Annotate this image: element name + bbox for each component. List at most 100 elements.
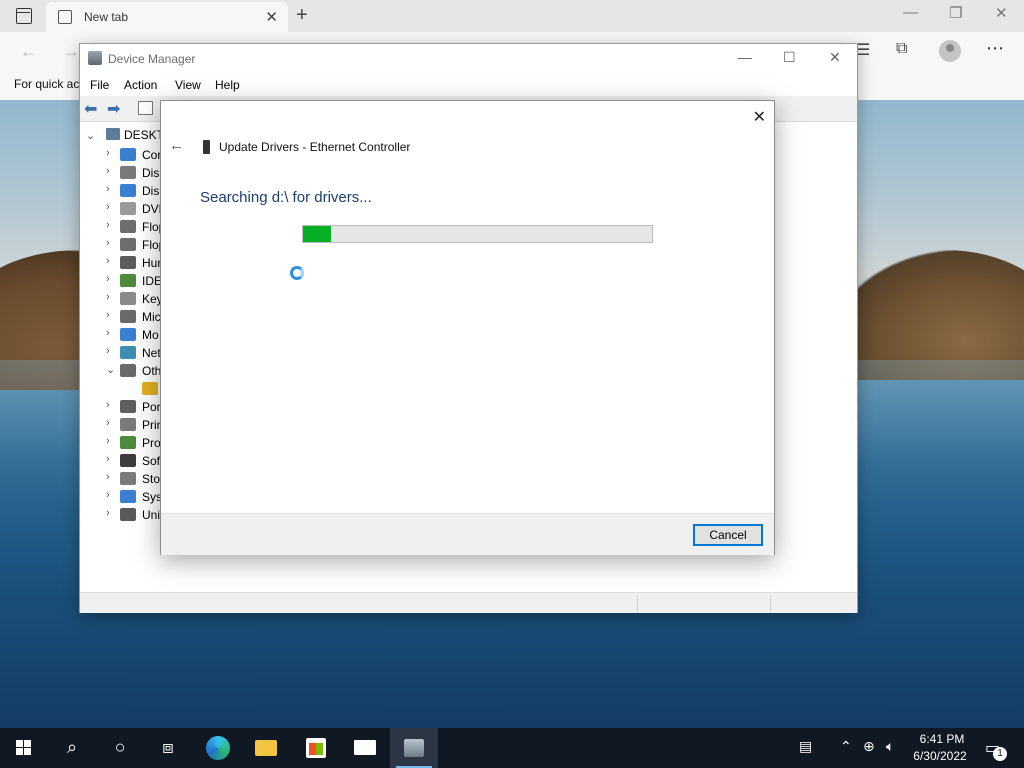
tree-chevron-icon[interactable]: › bbox=[106, 201, 110, 213]
tree-chevron-icon[interactable]: › bbox=[106, 165, 110, 177]
taskbar-store[interactable] bbox=[292, 728, 340, 768]
search-button[interactable]: ⌕ bbox=[48, 728, 96, 768]
menu-file[interactable]: File bbox=[90, 78, 109, 92]
tree-item[interactable]: › Prir bbox=[106, 416, 166, 434]
tree-chevron-icon[interactable]: › bbox=[106, 453, 110, 465]
device-category-icon bbox=[120, 166, 136, 179]
taskbar-device-manager[interactable] bbox=[390, 728, 438, 768]
device-manager-titlebar[interactable]: Device Manager — ☐ ✕ bbox=[80, 44, 857, 74]
notification-count-badge: 1 bbox=[993, 747, 1007, 761]
tree-item[interactable]: › Sto bbox=[106, 470, 166, 488]
tree-item[interactable]: › Mic bbox=[106, 308, 166, 326]
tree-chevron-icon[interactable]: ⌄ bbox=[106, 363, 115, 376]
tree-chevron-icon[interactable]: › bbox=[106, 309, 110, 321]
news-widget-icon[interactable]: ▤ bbox=[799, 738, 812, 755]
clock-date[interactable]: 6/30/2022 bbox=[906, 749, 974, 763]
tree-item[interactable] bbox=[106, 380, 166, 398]
tree-item[interactable]: › Sys bbox=[106, 488, 166, 506]
tree-chevron-icon[interactable]: › bbox=[106, 273, 110, 285]
toolbar-properties-icon[interactable] bbox=[138, 101, 153, 115]
taskbar-edge[interactable] bbox=[194, 728, 242, 768]
menu-view[interactable]: View bbox=[175, 78, 201, 92]
task-view-button[interactable]: ⧈ bbox=[144, 728, 192, 768]
tree-chevron-icon[interactable]: › bbox=[106, 183, 110, 195]
browser-restore-icon[interactable]: ❐ bbox=[949, 4, 962, 22]
tree-chevron-icon[interactable]: › bbox=[106, 399, 110, 411]
tree-chevron-icon[interactable]: › bbox=[106, 291, 110, 303]
tree-item[interactable]: › DVD bbox=[106, 200, 167, 218]
start-button[interactable] bbox=[0, 728, 48, 768]
favorites-bar-icon[interactable]: ☰ bbox=[856, 40, 870, 60]
tree-chevron-icon[interactable]: › bbox=[106, 255, 110, 267]
store-icon bbox=[306, 738, 326, 758]
tree-item-label: Hur bbox=[142, 256, 162, 270]
browser-minimize-icon[interactable]: — bbox=[903, 4, 918, 21]
collections-icon[interactable]: ⧉ bbox=[896, 40, 907, 58]
tree-item[interactable]: › Sof bbox=[106, 452, 166, 470]
browser-tab-label: New tab bbox=[84, 10, 129, 24]
menu-help[interactable]: Help bbox=[215, 78, 240, 92]
mouse-cursor-icon bbox=[282, 270, 289, 284]
dm-minimize-icon[interactable]: — bbox=[738, 49, 752, 65]
tab-close-icon[interactable]: ✕ bbox=[265, 8, 278, 26]
tree-item[interactable]: › Por bbox=[106, 398, 166, 416]
tree-chevron-icon[interactable]: › bbox=[106, 489, 110, 501]
tree-chevron-icon[interactable]: › bbox=[106, 507, 110, 519]
tab-actions-icon[interactable] bbox=[16, 8, 32, 24]
tree-chevron-icon[interactable]: › bbox=[106, 237, 110, 249]
dialog-heading: Searching d:\ for drivers... bbox=[200, 189, 372, 206]
cancel-button[interactable]: Cancel bbox=[693, 524, 763, 546]
mail-icon bbox=[354, 740, 376, 755]
tree-chevron-icon[interactable]: › bbox=[106, 219, 110, 231]
volume-muted-icon[interactable]: 🔈︎ bbox=[886, 738, 894, 755]
tree-chevron-icon[interactable]: › bbox=[106, 345, 110, 357]
browser-back-icon[interactable]: ← bbox=[20, 41, 38, 62]
cortana-icon: ○ bbox=[114, 737, 126, 757]
menu-action[interactable]: Action bbox=[124, 78, 157, 92]
profile-avatar-icon[interactable] bbox=[939, 40, 961, 62]
tree-item[interactable]: › Disl bbox=[106, 164, 166, 182]
favorites-bar-text[interactable]: For quick ac bbox=[14, 77, 79, 91]
tree-item[interactable]: › Hur bbox=[106, 254, 166, 272]
tree-item[interactable]: › Uni bbox=[106, 506, 166, 524]
tree-root-chevron-icon[interactable]: ⌄ bbox=[86, 129, 95, 142]
search-icon: ⌕ bbox=[66, 737, 78, 757]
toolbar-forward-icon[interactable]: ➡ bbox=[107, 99, 120, 119]
toolbar-back-icon[interactable]: ⬅ bbox=[84, 99, 97, 119]
dm-close-icon[interactable]: ✕ bbox=[829, 49, 841, 66]
tree-chevron-icon[interactable]: › bbox=[106, 147, 110, 159]
show-hidden-icons-chevron-icon[interactable]: ⌃ bbox=[840, 738, 852, 755]
dialog-back-icon[interactable]: ← bbox=[169, 137, 184, 154]
tree-item[interactable]: › Net bbox=[106, 344, 166, 362]
tree-chevron-icon[interactable]: › bbox=[106, 471, 110, 483]
dialog-close-icon[interactable]: ✕ bbox=[753, 107, 766, 127]
tree-item-label: Mo bbox=[142, 328, 159, 342]
clock-time[interactable]: 6:41 PM bbox=[912, 732, 972, 746]
tree-chevron-icon[interactable]: › bbox=[106, 327, 110, 339]
device-category-icon bbox=[120, 184, 136, 197]
browser-forward-icon[interactable]: → bbox=[62, 41, 80, 62]
tree-item-label: Mic bbox=[142, 310, 161, 324]
more-options-icon[interactable]: ⋯ bbox=[986, 38, 1004, 59]
browser-close-icon[interactable]: ✕ bbox=[995, 4, 1008, 22]
dialog-title: Update Drivers - Ethernet Controller bbox=[219, 140, 411, 154]
tree-item[interactable]: › Flop bbox=[106, 218, 166, 236]
tree-item-label: Sto bbox=[142, 472, 161, 486]
cortana-button[interactable]: ○ bbox=[96, 728, 144, 768]
tree-chevron-icon[interactable]: › bbox=[106, 417, 110, 429]
tree-item[interactable]: › Pro bbox=[106, 434, 166, 452]
tree-item[interactable]: ⌄ Oth bbox=[106, 362, 166, 380]
tree-item[interactable]: › Cor bbox=[106, 146, 166, 164]
tree-item[interactable]: › Mo bbox=[106, 326, 166, 344]
tree-item[interactable]: › Disp bbox=[106, 182, 166, 200]
dm-maximize-icon[interactable]: ☐ bbox=[783, 49, 796, 66]
tree-item[interactable]: › Flop bbox=[106, 236, 166, 254]
taskbar-file-explorer[interactable] bbox=[243, 728, 291, 768]
tree-item[interactable]: › Key bbox=[106, 290, 166, 308]
tree-chevron-icon[interactable]: › bbox=[106, 435, 110, 447]
browser-tab-new[interactable]: New tab ✕ bbox=[46, 2, 288, 32]
new-tab-button[interactable]: + bbox=[296, 4, 308, 27]
taskbar-mail[interactable] bbox=[341, 728, 389, 768]
network-icon[interactable]: ⊕ bbox=[863, 738, 875, 755]
tree-item[interactable]: › IDE bbox=[106, 272, 166, 290]
